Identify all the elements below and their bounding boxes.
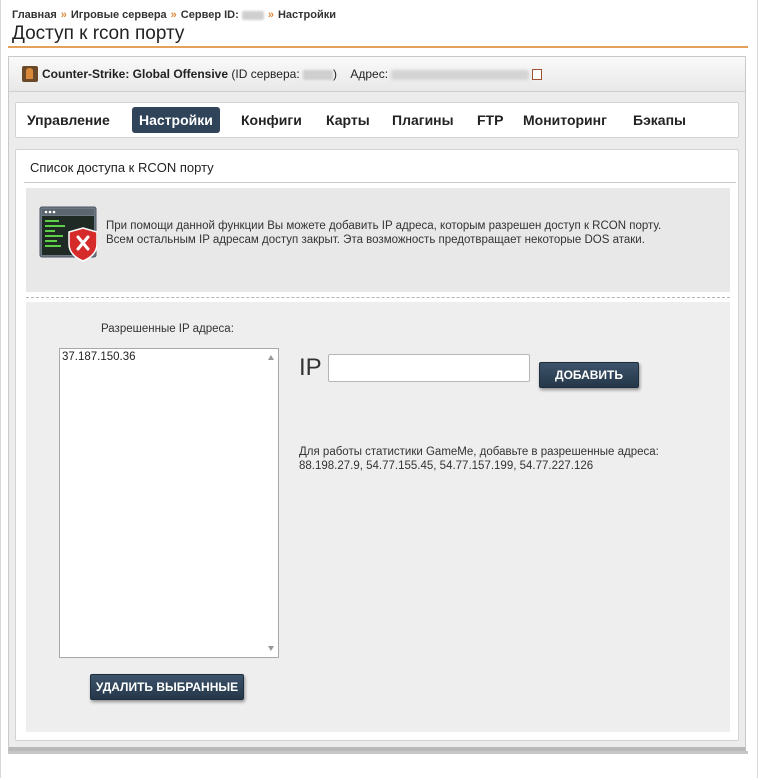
server-info-bar: Counter-Strike: Global Offensive (ID сер…: [9, 57, 745, 92]
ip-prefix-label: IP: [299, 354, 322, 381]
page-title: Доступ к rcon порту: [12, 23, 185, 44]
list-scrollbar[interactable]: [264, 349, 278, 657]
tab-configs[interactable]: Конфиги: [234, 107, 309, 133]
terminal-shield-icon: [39, 206, 97, 262]
add-button[interactable]: ДОБАВИТЬ: [539, 362, 639, 388]
section-title: Список доступа к RCON порту: [24, 160, 736, 183]
breadcrumb-servers[interactable]: Игровые сервера: [71, 9, 167, 21]
info-box: При помощи данной функции Вы можете доба…: [26, 188, 730, 292]
info-line-2: Всем остальным IP адресам доступ закрыт.…: [106, 234, 645, 246]
breadcrumb-current: Настройки: [277, 9, 336, 21]
page-header: Главная» Игровые сервера» Сервер ID: » Наст…: [8, 6, 748, 48]
gameme-note: Для работы статистики GameMe, добавьте в…: [299, 445, 659, 473]
csgo-game-icon: [22, 66, 38, 82]
breadcrumb: Главная» Игровые сервера» Сервер ID: » Наст…: [12, 9, 336, 21]
server-address-label: Адрес:: [350, 67, 389, 81]
copy-icon[interactable]: [532, 69, 543, 81]
breadcrumb-server[interactable]: Сервер ID:: [181, 9, 264, 21]
tab-maps[interactable]: Карты: [319, 107, 377, 133]
content-box: Список доступа к RCON порту При помощи д…: [15, 149, 739, 741]
server-id-label: (ID сервера:: [231, 67, 300, 81]
redacted-server-id: [303, 69, 333, 80]
scroll-down-icon[interactable]: [268, 646, 274, 651]
redacted-server-address: [391, 69, 530, 80]
redacted-server-id: [241, 10, 264, 20]
info-text: При помощи данной функции Вы можете доба…: [106, 219, 716, 247]
allowed-ips-list[interactable]: 37.187.150.36: [59, 348, 279, 658]
gameme-ips: 88.198.27.9, 54.77.155.45, 54.77.157.199…: [299, 460, 594, 472]
info-line-1: При помощи данной функции Вы можете доба…: [106, 220, 662, 232]
ip-input[interactable]: [328, 354, 530, 382]
rcon-form-area: Разрешенные IP адреса: 37.187.150.36 УДА…: [26, 302, 730, 732]
breadcrumb-home[interactable]: Главная: [12, 9, 57, 21]
delete-selected-button[interactable]: УДАЛИТЬ ВЫБРАННЫЕ: [90, 674, 244, 700]
scroll-up-icon[interactable]: [268, 355, 274, 360]
footer-bar: [8, 751, 748, 754]
tab-management[interactable]: Управление: [20, 107, 117, 133]
server-nav: Управление Настройки Конфиги Карты Плаги…: [15, 102, 739, 138]
server-info: Counter-Strike: Global Offensive (ID сер…: [42, 67, 543, 81]
divider: [26, 297, 730, 298]
tab-plugins[interactable]: Плагины: [385, 107, 461, 133]
tab-ftp[interactable]: FTP: [470, 107, 510, 133]
tab-backups[interactable]: Бэкапы: [626, 107, 693, 133]
gameme-line-1: Для работы статистики GameMe, добавьте в…: [299, 446, 659, 458]
tab-settings[interactable]: Настройки: [132, 107, 220, 133]
tab-monitoring[interactable]: Мониторинг: [516, 107, 614, 133]
list-item[interactable]: 37.187.150.36: [62, 351, 136, 363]
allowed-ips-label: Разрешенные IP адреса:: [101, 323, 234, 335]
game-name: Counter-Strike: Global Offensive: [42, 67, 229, 81]
main-panel: Counter-Strike: Global Offensive (ID сер…: [8, 56, 746, 751]
breadcrumb-server-label: Сервер ID:: [180, 9, 239, 21]
server-id-close: ): [333, 67, 337, 81]
